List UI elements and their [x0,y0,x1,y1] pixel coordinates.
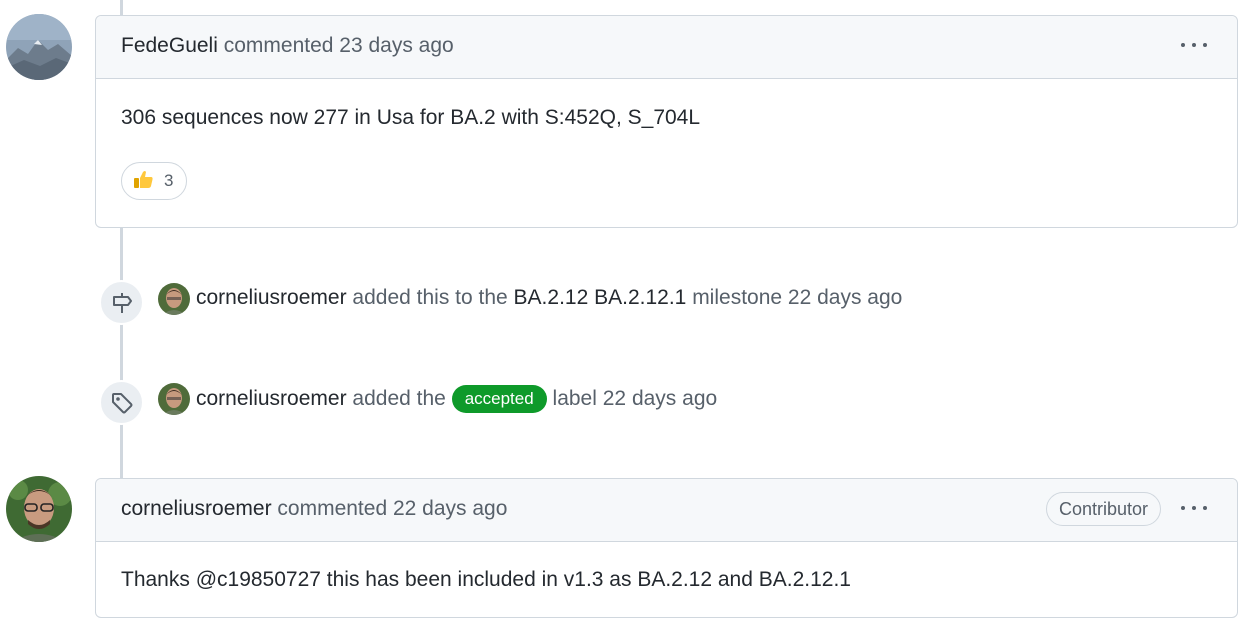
event-description: added the [352,387,446,410]
timeline-event-text: corneliusroemer added this to the BA.2.1… [196,285,902,311]
timeline-connector [120,228,123,480]
contributor-badge: Contributor [1046,492,1162,526]
reaction-button[interactable]: 3 [121,162,187,200]
comment-card: FedeGueli commented 23 days ago 306 sequ… [95,15,1238,228]
more-options-icon[interactable] [1179,501,1209,515]
event-description: added this to the [352,286,508,309]
avatar[interactable] [158,383,190,415]
avatar[interactable] [6,476,72,542]
event-description: milestone [692,286,783,309]
event-badge [99,380,144,425]
comment-author[interactable]: corneliusroemer [121,497,272,520]
thumbs-up-icon [132,169,154,191]
reaction-count: 3 [164,171,174,190]
avatar[interactable] [6,14,72,80]
milestone-icon [113,293,132,313]
comment-timestamp[interactable]: 22 days ago [393,497,507,520]
event-timestamp[interactable]: 22 days ago [603,387,717,410]
comment-header: FedeGueli commented 23 days ago [96,16,1237,79]
comment-body: Thanks @c19850727 this has been included… [121,568,851,591]
event-description: label [552,387,597,410]
milestone-link[interactable]: BA.2.12 BA.2.12.1 [514,286,687,309]
comment-card: corneliusroemer commented 22 days ago Co… [95,478,1238,618]
event-actor[interactable]: corneliusroemer [196,286,347,309]
comment-timestamp[interactable]: 23 days ago [339,34,453,57]
tag-icon [112,393,133,414]
comment-action: commented [223,34,334,57]
comment-author[interactable]: FedeGueli [121,34,218,57]
event-badge [99,280,144,325]
label-badge[interactable]: accepted [451,385,547,413]
timeline-connector [120,0,123,16]
comment-body: 306 sequences now 277 in Usa for BA.2 wi… [121,106,701,129]
timeline-event-text: corneliusroemer added the accepted label… [196,385,717,413]
comment-header: corneliusroemer commented 22 days ago Co… [96,479,1237,542]
event-actor[interactable]: corneliusroemer [196,387,347,410]
more-options-icon[interactable] [1179,38,1209,52]
event-timestamp[interactable]: 22 days ago [788,286,902,309]
comment-action: commented [277,497,388,520]
avatar[interactable] [158,283,190,315]
